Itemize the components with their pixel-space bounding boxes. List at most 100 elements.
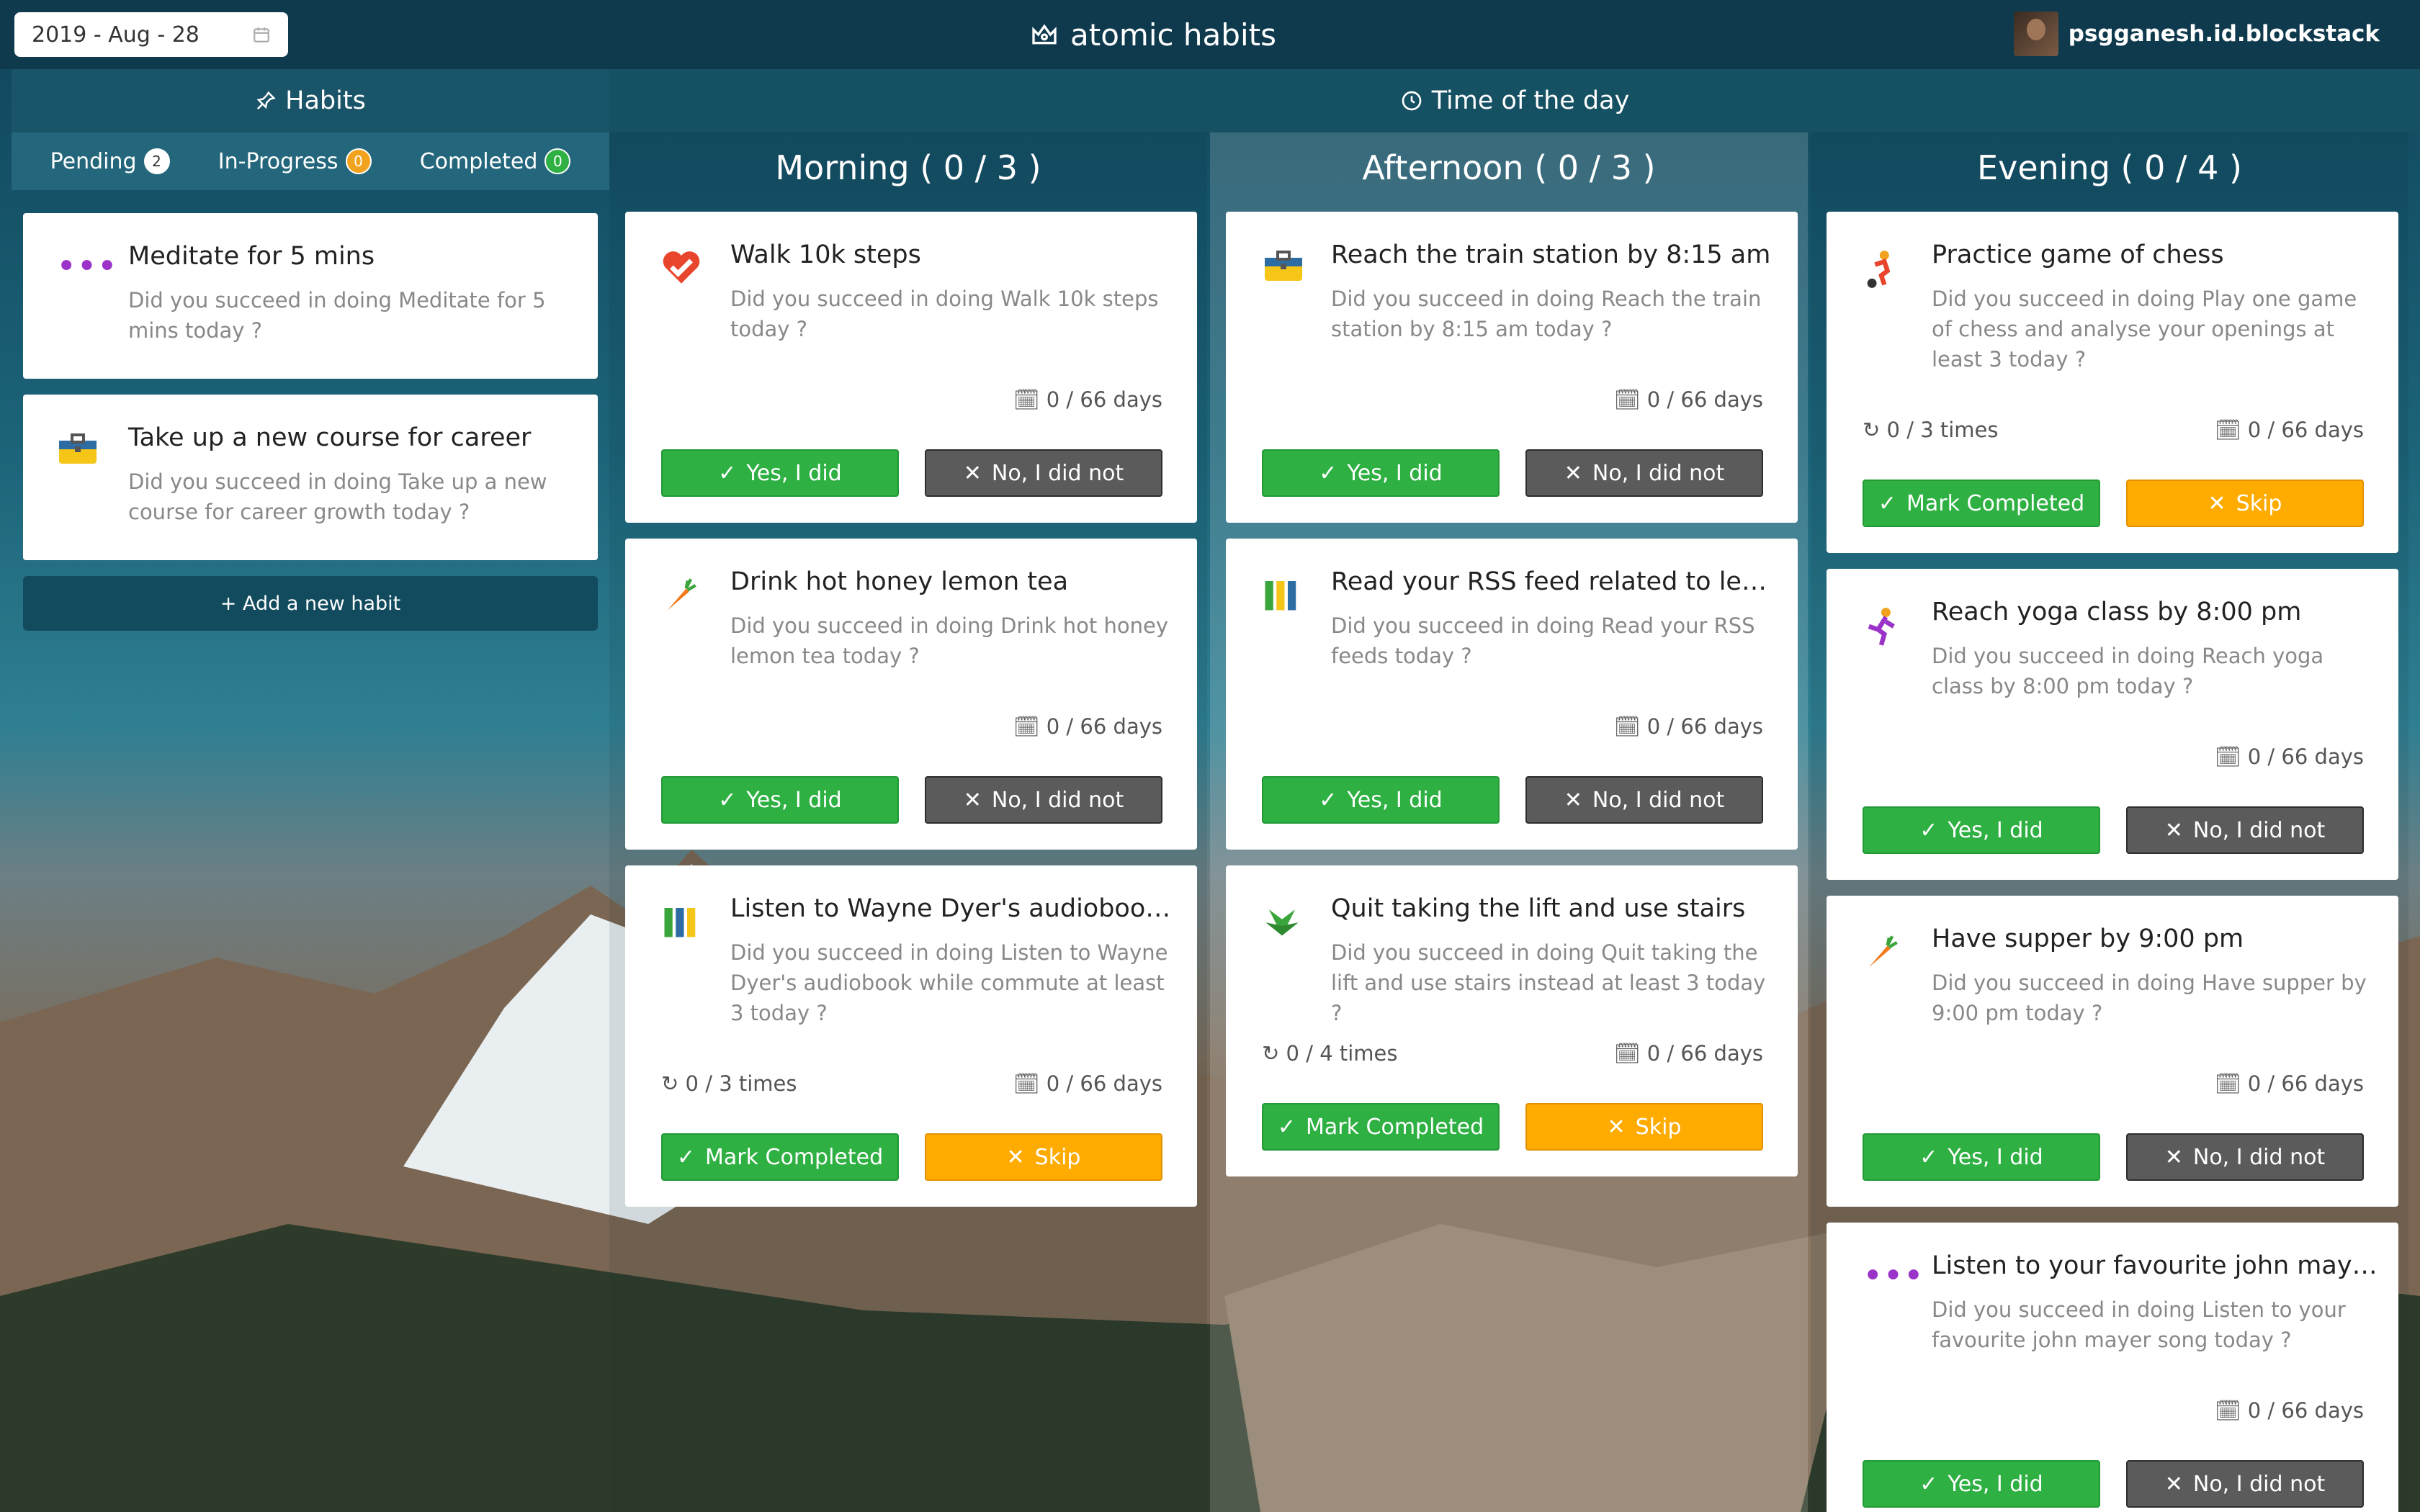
tab-in-progress[interactable]: In-Progress 0	[218, 148, 372, 174]
habit-card: Walk 10k steps Did you succeed in doing …	[625, 212, 1197, 523]
habit-description: Did you succeed in doing Reach yoga clas…	[1932, 644, 2324, 698]
yes-button[interactable]: ✓ Yes, I did	[1262, 449, 1500, 497]
days-counter: 🗓 0 / 66 days	[2215, 418, 2364, 443]
no-button[interactable]: ✕ No, I did not	[1525, 449, 1763, 497]
pending-habit-card[interactable]: Take up a new course for career Did you …	[23, 395, 598, 560]
habits-title: Habits	[285, 86, 366, 115]
top-bar: 2019 - Aug - 28 atomic habits psgganesh.…	[0, 0, 2420, 69]
habit-title: Meditate for 5 mins	[128, 242, 375, 271]
no-button[interactable]: ✕ No, I did not	[925, 776, 1162, 824]
habit-card: Reach the train station by 8:15 am Did y…	[1226, 212, 1798, 523]
button-label: No, I did not	[1592, 460, 1725, 486]
yes-button[interactable]: ✓ Yes, I did	[1863, 1133, 2100, 1181]
button-label: Mark Completed	[705, 1144, 884, 1170]
days-text: 0 / 66 days	[2247, 744, 2364, 769]
yes-button[interactable]: ✓ Yes, I did	[1863, 806, 2100, 854]
calendar-icon: 🗓	[1613, 1041, 1647, 1066]
mark-completed-button[interactable]: ✓ Mark Completed	[1863, 480, 2100, 527]
date-value: 2019 - Aug - 28	[32, 22, 200, 48]
yes-button[interactable]: ✓ Yes, I did	[661, 449, 899, 497]
close-icon: ✕	[2208, 490, 2226, 516]
habit-title: Take up a new course for career	[128, 423, 532, 452]
habits-header: Habits	[12, 69, 609, 132]
habit-title: Walk 10k steps	[730, 240, 921, 269]
dancer-icon	[1863, 606, 1900, 654]
pending-habit-card[interactable]: ••• Meditate for 5 mins Did you succeed …	[23, 213, 598, 379]
close-icon: ✕	[1006, 1144, 1025, 1170]
days-counter: 🗓 0 / 66 days	[1614, 714, 1763, 739]
button-label: Mark Completed	[1906, 490, 2085, 516]
close-icon: ✕	[2164, 1471, 2183, 1497]
mark-completed-button[interactable]: ✓ Mark Completed	[1262, 1103, 1500, 1151]
habit-description: Did you succeed in doing Meditate for 5 …	[128, 288, 546, 343]
yes-button[interactable]: ✓ Yes, I did	[1863, 1460, 2100, 1508]
no-button[interactable]: ✕ No, I did not	[2126, 1133, 2364, 1181]
button-label: Yes, I did	[746, 460, 842, 486]
no-button[interactable]: ✕ No, I did not	[2126, 806, 2364, 854]
time-of-day-title: Time of the day	[1431, 86, 1630, 115]
tab-label: Pending	[50, 148, 137, 174]
clock-icon	[1402, 91, 1422, 111]
habit-title: Have supper by 9:00 pm	[1932, 924, 2244, 953]
days-counter: 🗓 0 / 66 days	[2215, 1398, 2364, 1423]
habit-title: Reach yoga class by 8:00 pm	[1932, 598, 2302, 626]
count-badge: 0	[544, 148, 571, 174]
no-button[interactable]: ✕ No, I did not	[1525, 776, 1763, 824]
close-icon: ✕	[963, 460, 982, 486]
days-counter: 🗓 0 / 66 days	[2215, 1071, 2364, 1097]
times-counter: ↻ 0 / 3 times	[661, 1071, 797, 1096]
habit-card: ••• Listen to your favourite john mayer …	[1827, 1223, 2398, 1512]
check-icon: ✓	[1878, 490, 1896, 516]
refresh-icon: ↻	[1863, 418, 1887, 442]
add-habit-button[interactable]: + Add a new habit	[23, 576, 598, 631]
button-label: Yes, I did	[1948, 1471, 2043, 1497]
app-title-text: atomic habits	[1070, 17, 1276, 53]
habit-title: Read your RSS feed related to learning	[1331, 567, 1778, 596]
tab-completed[interactable]: Completed 0	[420, 148, 571, 174]
calendar-icon: 🗓	[1013, 387, 1047, 412]
yes-button[interactable]: ✓ Yes, I did	[661, 776, 899, 824]
skip-button[interactable]: ✕ Skip	[1525, 1103, 1763, 1151]
no-button[interactable]: ✕ No, I did not	[925, 449, 1162, 497]
yes-button[interactable]: ✓ Yes, I did	[1262, 776, 1500, 824]
tab-pending[interactable]: Pending 2	[50, 148, 170, 174]
days-counter: 🗓 0 / 66 days	[2215, 744, 2364, 770]
habit-card: Practice game of chess Did you succeed i…	[1827, 212, 2398, 553]
times-counter: ↻ 0 / 4 times	[1262, 1041, 1398, 1066]
button-label: Yes, I did	[746, 787, 842, 813]
habit-description: Did you succeed in doing Read your RSS f…	[1331, 613, 1755, 668]
button-label: No, I did not	[991, 460, 1124, 486]
calendar-icon: 🗓	[2214, 1398, 2248, 1423]
button-label: No, I did not	[2192, 1144, 2326, 1170]
skip-button[interactable]: ✕ Skip	[2126, 480, 2364, 527]
habit-description: Did you succeed in doing Listen to your …	[1932, 1297, 2346, 1352]
button-label: Skip	[1034, 1144, 1081, 1170]
no-button[interactable]: ✕ No, I did not	[2126, 1460, 2364, 1508]
calendar-icon: 🗓	[2214, 744, 2248, 769]
user-profile[interactable]: psgganesh.id.blockstack	[2013, 10, 2380, 58]
times-text: 0 / 4 times	[1286, 1041, 1398, 1066]
check-icon: ✓	[1919, 1144, 1938, 1170]
column-title-afternoon: Afternoon ( 0 / 3 )	[1362, 148, 1656, 187]
app-title: atomic habits	[1030, 13, 1276, 56]
status-tabs: Pending 2 In-Progress 0 Completed 0	[12, 132, 609, 190]
button-label: No, I did not	[991, 787, 1124, 813]
date-picker[interactable]: 2019 - Aug - 28	[14, 12, 288, 57]
close-icon: ✕	[1607, 1114, 1626, 1140]
skip-button[interactable]: ✕ Skip	[925, 1133, 1162, 1181]
calendar-icon	[254, 27, 269, 42]
check-icon: ✓	[718, 460, 737, 486]
calendar-icon: 🗓	[2214, 418, 2248, 442]
close-icon: ✕	[1564, 460, 1582, 486]
habit-title: Reach the train station by 8:15 am	[1331, 240, 1771, 269]
calendar-icon: 🗓	[2214, 1071, 2248, 1096]
days-counter: 🗓 0 / 66 days	[1614, 387, 1763, 413]
habit-description: Did you succeed in doing Take up a new c…	[128, 469, 547, 524]
close-icon: ✕	[2164, 1144, 2183, 1170]
mark-completed-button[interactable]: ✓ Mark Completed	[661, 1133, 899, 1181]
check-icon: ✓	[676, 1144, 695, 1170]
habit-card: Read your RSS feed related to learning D…	[1226, 539, 1798, 850]
time-of-day-header: Time of the day	[609, 69, 2420, 132]
times-counter: ↻ 0 / 3 times	[1863, 418, 1999, 442]
times-text: 0 / 3 times	[1886, 418, 1999, 442]
